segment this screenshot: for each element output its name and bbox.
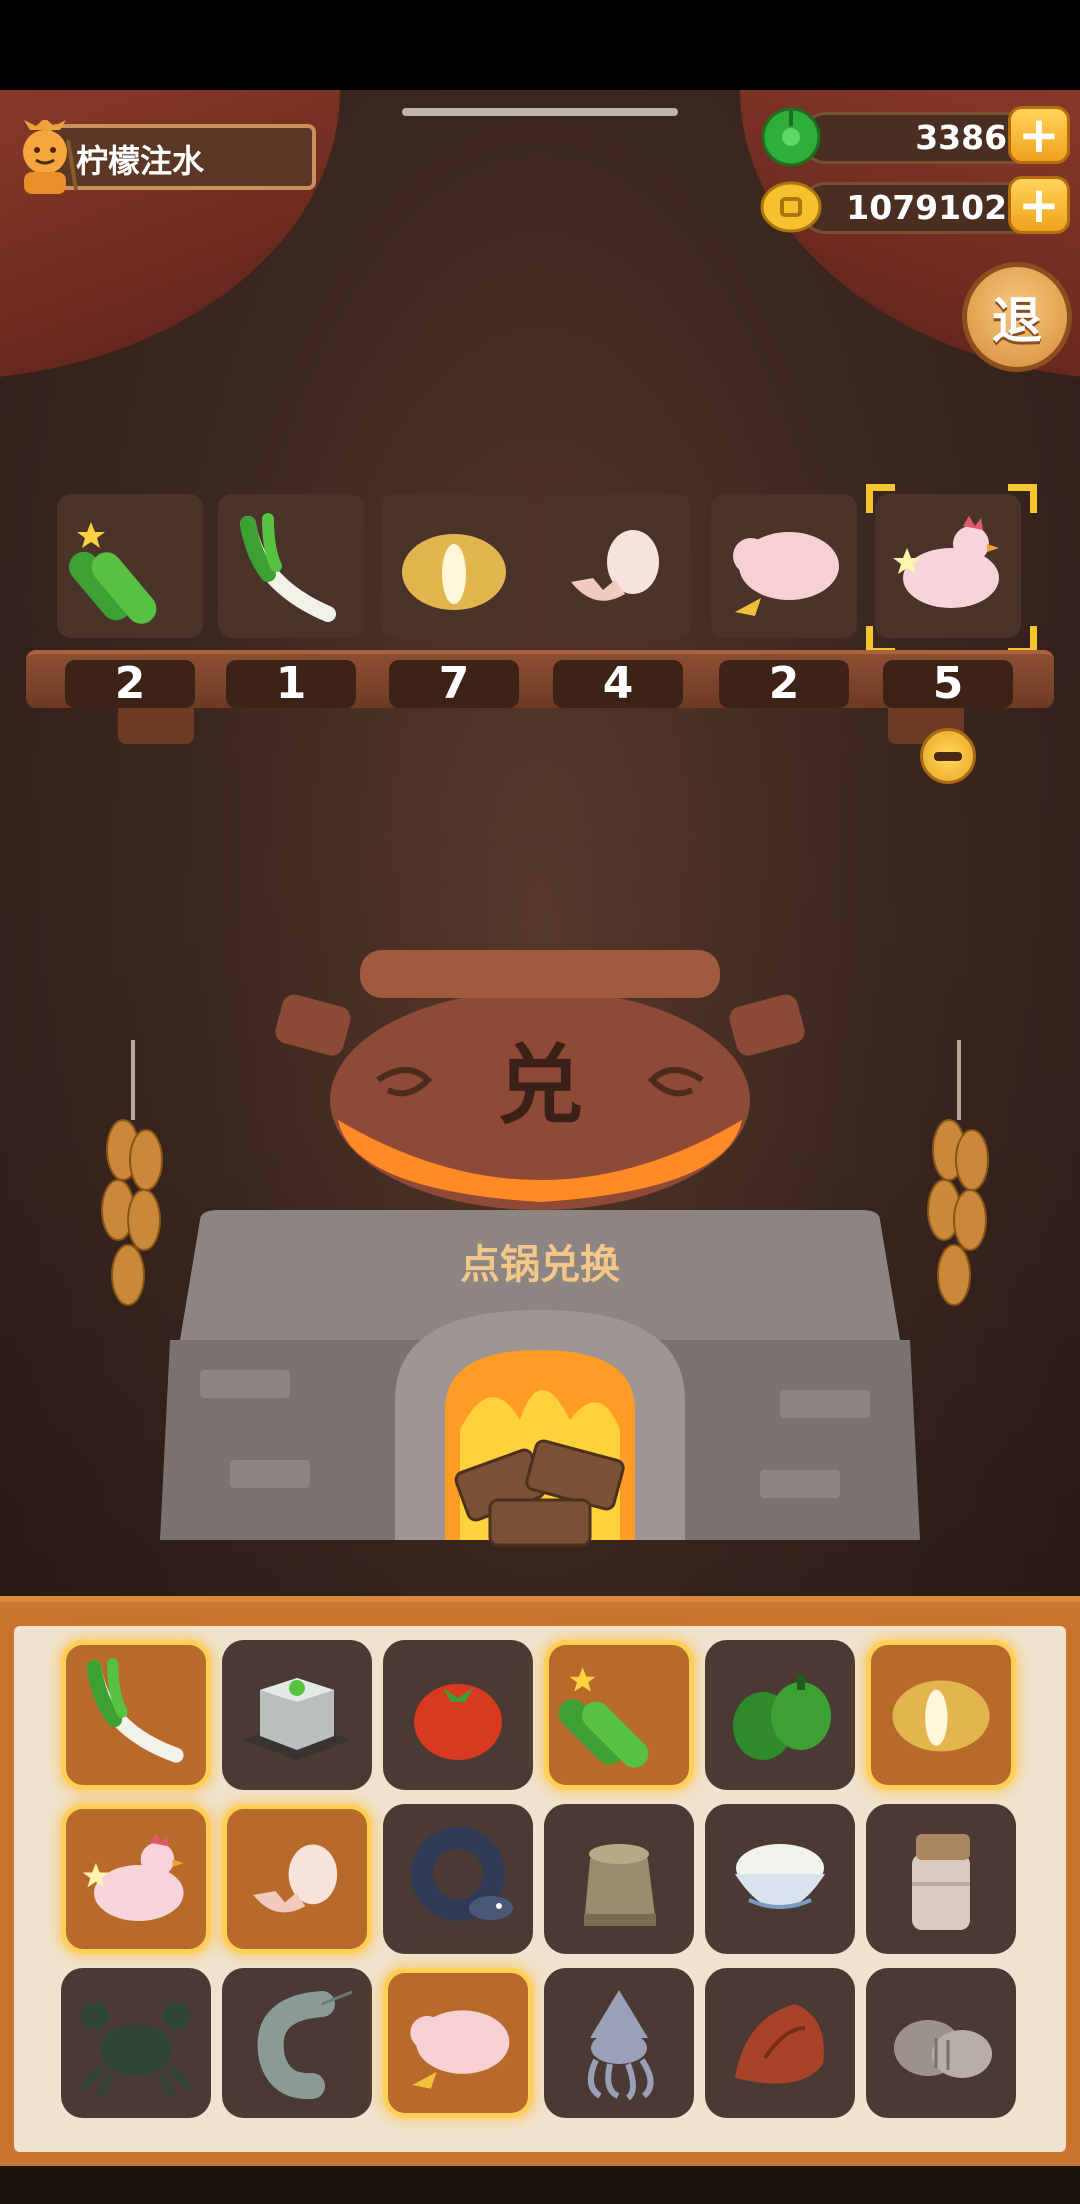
egg-icon — [253, 1844, 338, 1913]
hanging-corn-icon — [927, 1040, 989, 1306]
inventory-tile-shrimp[interactable] — [222, 1968, 372, 2118]
chicken-icon — [82, 1833, 184, 1921]
inventory-tile-ham[interactable] — [705, 1968, 855, 2118]
shelf-slot-cucumber[interactable] — [57, 494, 203, 638]
pot-glyph: 兑 — [497, 1036, 583, 1136]
exit-button[interactable]: 退 — [962, 262, 1072, 372]
inventory-tile-potato[interactable] — [866, 1640, 1016, 1790]
ham-icon — [735, 2004, 824, 2084]
inventory-tile-chicken[interactable] — [61, 1804, 211, 1954]
plucked-duck-icon — [410, 2010, 510, 2089]
player-name: 柠檬注水 — [76, 142, 205, 180]
shelf-slot-plucked-duck[interactable] — [711, 494, 857, 638]
shrimp-icon — [257, 1990, 353, 2100]
gold-coin-icon — [760, 181, 822, 233]
green-gem-icon — [761, 107, 821, 167]
inventory-tile-crab[interactable] — [61, 1968, 211, 2118]
game-screen: 柠檬注水 33860 + 10791026 + 退 2 1 7 4 2 5 点锅… — [0, 0, 1080, 2204]
rice-bowl-icon — [735, 1844, 825, 1909]
tofu-icon — [242, 1678, 352, 1760]
inventory-tile-egg[interactable] — [222, 1804, 372, 1954]
selection-bracket — [1008, 484, 1037, 513]
inventory-tile-green-pepper[interactable] — [705, 1640, 855, 1790]
chicken-icon — [893, 516, 999, 608]
gem-counter: 33860 + — [760, 106, 1070, 167]
clam-icon — [894, 2020, 992, 2078]
home-indicator[interactable] — [402, 108, 678, 116]
egg-icon — [571, 530, 659, 601]
inventory-tile-eel[interactable] — [383, 1804, 533, 1954]
inventory-tile-cucumber[interactable] — [544, 1640, 694, 1790]
coin-value: 10791026 — [846, 188, 1030, 227]
add-gem-button[interactable]: + — [1008, 106, 1070, 164]
inventory-tile-clam[interactable] — [866, 1968, 1016, 2118]
cucumber-icon — [558, 1667, 649, 1768]
inventory-tile-tofu[interactable] — [222, 1640, 372, 1790]
crab-icon — [80, 2002, 192, 2098]
shelf-count: 4 — [553, 660, 683, 708]
shelf-count: 7 — [389, 660, 519, 708]
inventory-tile-tomato[interactable] — [383, 1640, 533, 1790]
cucumber-icon — [68, 522, 157, 624]
player-badge[interactable]: 柠檬注水 — [10, 120, 316, 194]
scallion-icon — [86, 1658, 184, 1763]
eel-icon — [411, 1827, 513, 1921]
shelf-count: 5 — [883, 660, 1013, 708]
pot-action-label[interactable]: 点锅兑换 — [380, 1232, 700, 1290]
squid-icon — [587, 1990, 654, 2101]
jar-icon — [912, 1834, 970, 1930]
status-bar — [0, 0, 1080, 90]
shelf-slot-egg[interactable] — [545, 494, 691, 638]
shelf-count: 2 — [65, 660, 195, 708]
potato-icon — [402, 534, 506, 610]
shelf-slot-potato[interactable] — [381, 494, 527, 638]
tomato-icon — [414, 1684, 502, 1760]
coin-counter: 10791026 + — [760, 176, 1070, 236]
inventory-tile-rice-bowl[interactable] — [705, 1804, 855, 1954]
inventory-tile-squid[interactable] — [544, 1968, 694, 2118]
selection-bracket — [866, 484, 895, 513]
shelf-slot-scallion[interactable] — [218, 494, 364, 638]
potato-icon — [892, 1680, 990, 1752]
panel-footer — [0, 2166, 1080, 2204]
remove-ingredient-button[interactable] — [920, 728, 976, 784]
inventory-tile-scallion[interactable] — [61, 1640, 211, 1790]
add-coin-button[interactable]: + — [1008, 176, 1070, 234]
shelf-slot-chicken[interactable] — [875, 494, 1021, 638]
green-pepper-icon — [733, 1676, 831, 1760]
chef-avatar-icon — [23, 120, 78, 194]
inventory-tile-jar[interactable] — [866, 1804, 1016, 1954]
shelf-count: 2 — [719, 660, 849, 708]
plucked-duck-icon — [733, 532, 839, 616]
shelf-leg — [118, 706, 194, 744]
inventory-tile-flour-sack[interactable] — [544, 1804, 694, 1954]
inventory-tile-plucked-duck[interactable] — [383, 1968, 533, 2118]
flour-sack-icon — [584, 1844, 656, 1926]
scallion-icon — [240, 513, 336, 622]
shelf-count: 1 — [226, 660, 356, 708]
